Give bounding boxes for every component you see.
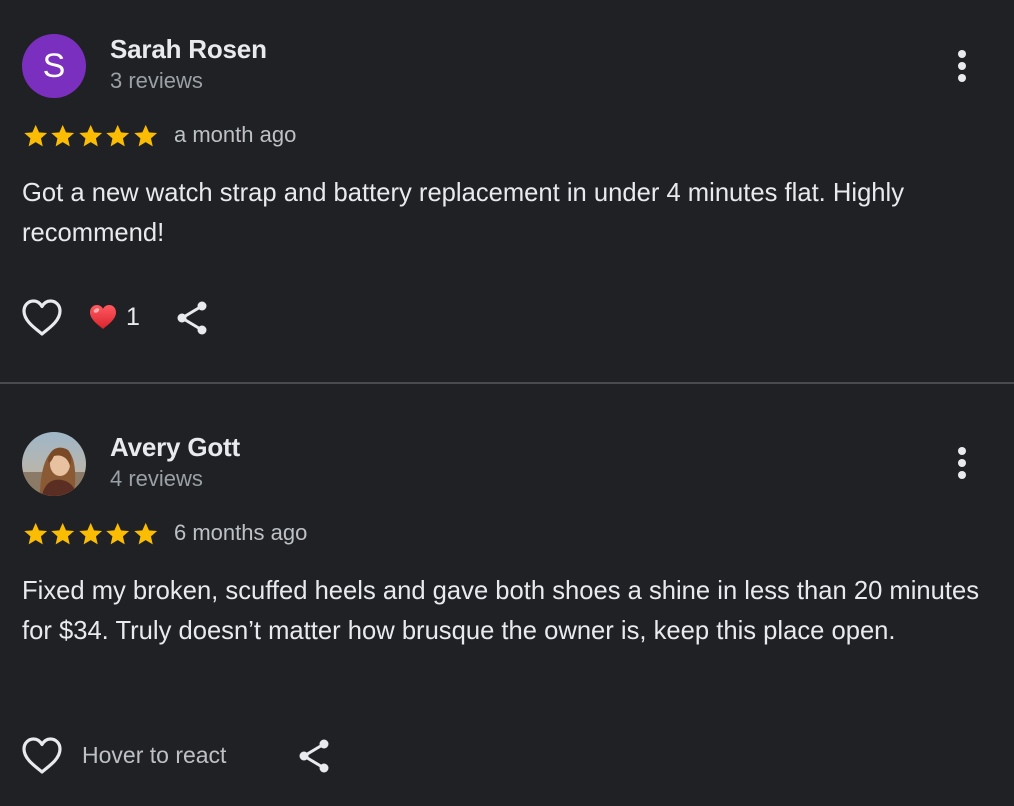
share-button[interactable]: [296, 736, 332, 776]
star-icon: [24, 124, 48, 147]
heart-outline-icon: [22, 299, 62, 336]
red-heart-icon: [90, 305, 116, 329]
star-rating: [22, 122, 159, 150]
share-icon: [177, 301, 207, 335]
review-card: S Sarah Rosen 3 reviews a month ago Got …: [0, 0, 1014, 382]
avatar[interactable]: [22, 432, 86, 496]
hover-to-react-label: Hover to react: [82, 742, 227, 768]
star-icon: [79, 124, 102, 147]
review-text: Fixed my broken, scuffed heels and gave …: [22, 577, 980, 645]
review-text: Got a new watch strap and battery replac…: [22, 179, 905, 247]
star-icon: [106, 522, 130, 545]
reviewer-name[interactable]: Sarah Rosen: [110, 34, 267, 65]
avatar-photo: [22, 432, 86, 496]
star-icon: [133, 522, 157, 545]
review-time: a month ago: [174, 122, 297, 147]
reviewer-review-count: 3 reviews: [110, 68, 203, 93]
review-card: Avery Gott 4 reviews 6 months ago Fixed …: [0, 384, 1014, 806]
more-vertical-icon: [958, 50, 966, 58]
reviewer-name[interactable]: Avery Gott: [110, 432, 240, 463]
share-button[interactable]: [174, 298, 210, 338]
star-icon: [24, 522, 48, 545]
review-time: 6 months ago: [174, 520, 308, 545]
heart-outline-icon: [22, 737, 62, 774]
star-icon: [106, 124, 130, 147]
like-button[interactable]: [20, 298, 64, 338]
share-icon: [299, 739, 329, 773]
like-button[interactable]: [20, 736, 64, 776]
star-icon: [79, 522, 102, 545]
more-vertical-icon: [958, 447, 966, 455]
star-icon: [51, 522, 75, 545]
star-icon: [51, 124, 75, 147]
more-options-button[interactable]: [944, 441, 980, 485]
avatar[interactable]: S: [22, 34, 86, 98]
reaction-count: 1: [126, 302, 140, 331]
star-icon: [133, 124, 157, 147]
more-options-button[interactable]: [944, 44, 980, 88]
reaction-chip[interactable]: 1: [88, 297, 140, 337]
reviewer-review-count: 4 reviews: [110, 466, 203, 491]
star-rating: [22, 520, 159, 548]
